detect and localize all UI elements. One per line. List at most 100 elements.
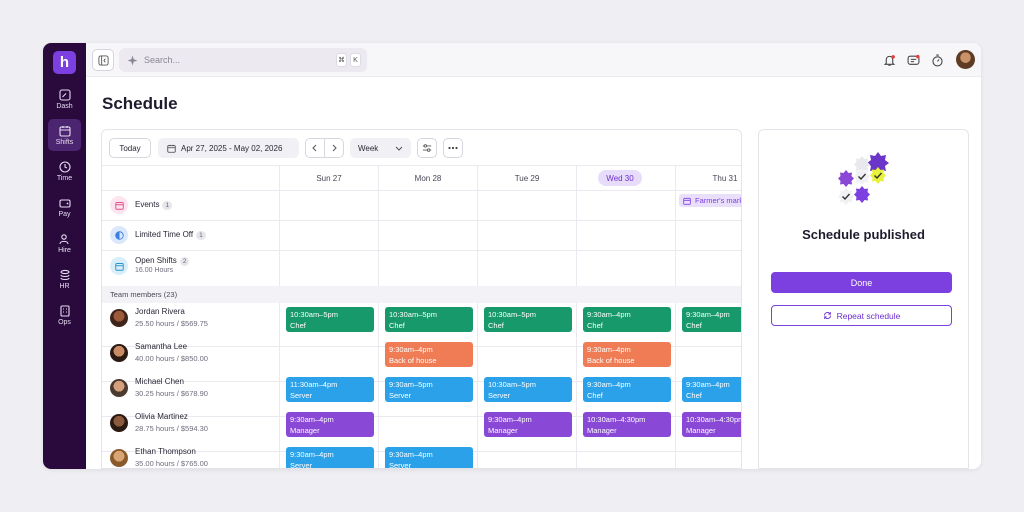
shift-block[interactable]: 10:30am–4:30pm Manager: [583, 412, 671, 437]
sidebar-item-hire[interactable]: Hire: [48, 227, 81, 259]
day-header[interactable]: Sun 27: [280, 170, 378, 186]
sparkle-icon: [127, 54, 138, 66]
collapse-sidebar-button[interactable]: [92, 49, 114, 71]
repeat-icon: [823, 312, 831, 319]
shift-block[interactable]: 11:30am–4pm Server: [286, 377, 374, 402]
grid-line: [102, 190, 741, 191]
member-hours: 30.25 hours / $678.90: [135, 389, 208, 398]
shift-block[interactable]: 9:30am–4pm Back of house: [583, 342, 671, 367]
schedule-published-panel: Schedule published Done Repeat schedule: [758, 129, 969, 469]
sidebar-collapse-icon: [97, 54, 109, 66]
avatar[interactable]: [110, 414, 128, 432]
sidebar-item-ops[interactable]: Ops: [48, 299, 81, 331]
member-name[interactable]: Samantha Lee: [135, 342, 187, 351]
grid-line: [675, 165, 676, 468]
member-name[interactable]: Ethan Thompson: [135, 447, 196, 456]
shift-block[interactable]: 9:30am–5pm Server: [385, 377, 473, 402]
shift-block[interactable]: 10:30am–4:30pm Manager: [682, 412, 741, 437]
shift-block[interactable]: 9:30am–4pm Server: [286, 447, 374, 468]
chevron-down-icon: [395, 146, 403, 151]
sidebar-item-label: Time: [56, 174, 73, 182]
sidebar-item-hr[interactable]: HR: [48, 263, 81, 295]
search-input[interactable]: Search... ⌘ K: [119, 48, 367, 72]
member-name[interactable]: Jordan Rivera: [135, 307, 185, 316]
today-button[interactable]: Today: [109, 138, 151, 158]
sidebar-item-label: HR: [59, 282, 70, 290]
sidebar-item-dash[interactable]: Dash: [48, 83, 81, 115]
shift-block[interactable]: 10:30am–5pm Chef: [484, 307, 572, 332]
sliders-icon: [422, 144, 432, 152]
avatar[interactable]: [110, 449, 128, 467]
shift-block[interactable]: 9:30am–4pm Manager: [286, 412, 374, 437]
day-header-today[interactable]: Wed 30: [598, 170, 642, 186]
schedule-grid-card: Today Apr 27, 2025 - May 02, 2026 Week S…: [101, 129, 742, 469]
day-header[interactable]: Tue 29: [478, 170, 576, 186]
member-name[interactable]: Olivia Martinez: [135, 412, 188, 421]
date-range-picker[interactable]: Apr 27, 2025 - May 02, 2026: [158, 138, 299, 158]
view-select-value: Week: [358, 143, 379, 153]
avatar[interactable]: [110, 379, 128, 397]
sidebar-item-pay[interactable]: Pay: [48, 191, 81, 223]
shift-block[interactable]: 10:30am–5pm Chef: [286, 307, 374, 332]
day-header[interactable]: Mon 28: [379, 170, 477, 186]
people-icon: [58, 233, 69, 244]
grid-line: [102, 250, 741, 251]
shift-block[interactable]: 9:30am–4pm Chef: [682, 307, 741, 332]
repeat-schedule-button[interactable]: Repeat schedule: [771, 305, 952, 326]
time-off-count-badge: 1: [196, 231, 206, 240]
shift-block[interactable]: 10:30am–5pm Server: [484, 377, 572, 402]
sidebar-item-time[interactable]: Time: [48, 155, 81, 187]
app-logo[interactable]: h: [53, 51, 76, 74]
day-header[interactable]: Thu 31: [676, 170, 741, 186]
shift-block[interactable]: 9:30am–4pm Chef: [583, 307, 671, 332]
page-title: Schedule: [102, 94, 178, 113]
event-chip[interactable]: Farmer's market: [679, 194, 741, 207]
avatar[interactable]: [110, 344, 128, 362]
half-circle-icon: [114, 230, 124, 240]
shift-block[interactable]: 10:30am–5pm Chef: [385, 307, 473, 332]
shift-block[interactable]: 9:30am–4pm Back of house: [385, 342, 473, 367]
notifications-button[interactable]: [881, 52, 897, 68]
open-shifts-category-icon: [110, 257, 128, 275]
more-horizontal-icon: [448, 146, 458, 150]
done-button[interactable]: Done: [771, 272, 952, 293]
events-count-badge: 1: [162, 201, 173, 210]
member-hours: 40.00 hours / $850.00: [135, 354, 208, 363]
stack-icon: [59, 269, 70, 280]
team-members-header: Team members (23): [102, 286, 741, 303]
timer-button[interactable]: [929, 52, 945, 68]
previous-week-button[interactable]: [305, 138, 325, 158]
next-week-button[interactable]: [324, 138, 344, 158]
calendar-icon: [114, 262, 124, 271]
stopwatch-icon: [931, 54, 943, 66]
open-shifts-category-label[interactable]: Open Shifts 2: [135, 256, 190, 266]
calendar-icon: [683, 197, 691, 205]
member-hours: 35.00 hours / $765.00: [135, 459, 208, 468]
member-name[interactable]: Michael Chen: [135, 377, 184, 386]
view-select[interactable]: Week: [350, 138, 411, 158]
shortcut-key: ⌘: [336, 53, 347, 67]
calendar-icon: [58, 125, 71, 137]
sidebar-item-label: Dash: [56, 102, 73, 110]
shift-block[interactable]: 9:30am–4pm Chef: [682, 377, 741, 402]
date-range-label: Apr 27, 2025 - May 02, 2026: [181, 143, 283, 153]
published-badges-illustration: [838, 152, 889, 205]
events-category-icon: [110, 196, 128, 214]
open-shifts-hours: 16.00 Hours: [135, 267, 174, 274]
open-shifts-count-badge: 2: [179, 257, 190, 266]
sidebar: h Dash Shifts Time Pay Hire HR Ops: [43, 43, 86, 469]
avatar[interactable]: [110, 309, 128, 327]
sidebar-item-shifts[interactable]: Shifts: [48, 119, 81, 151]
more-options-button[interactable]: [443, 138, 463, 158]
sidebar-item-label: Shifts: [55, 138, 74, 146]
search-placeholder: Search...: [144, 55, 181, 65]
shift-block[interactable]: 9:30am–4pm Manager: [484, 412, 572, 437]
time-off-category-label[interactable]: Limited Time Off 1: [135, 230, 206, 240]
messages-button[interactable]: [905, 52, 921, 68]
sidebar-item-label: Hire: [58, 246, 71, 254]
shift-block[interactable]: 9:30am–4pm Server: [385, 447, 473, 468]
events-category-label[interactable]: Events 1: [135, 200, 173, 210]
filter-button[interactable]: [417, 138, 437, 158]
user-avatar[interactable]: [956, 50, 975, 69]
shift-block[interactable]: 9:30am–4pm Chef: [583, 377, 671, 402]
